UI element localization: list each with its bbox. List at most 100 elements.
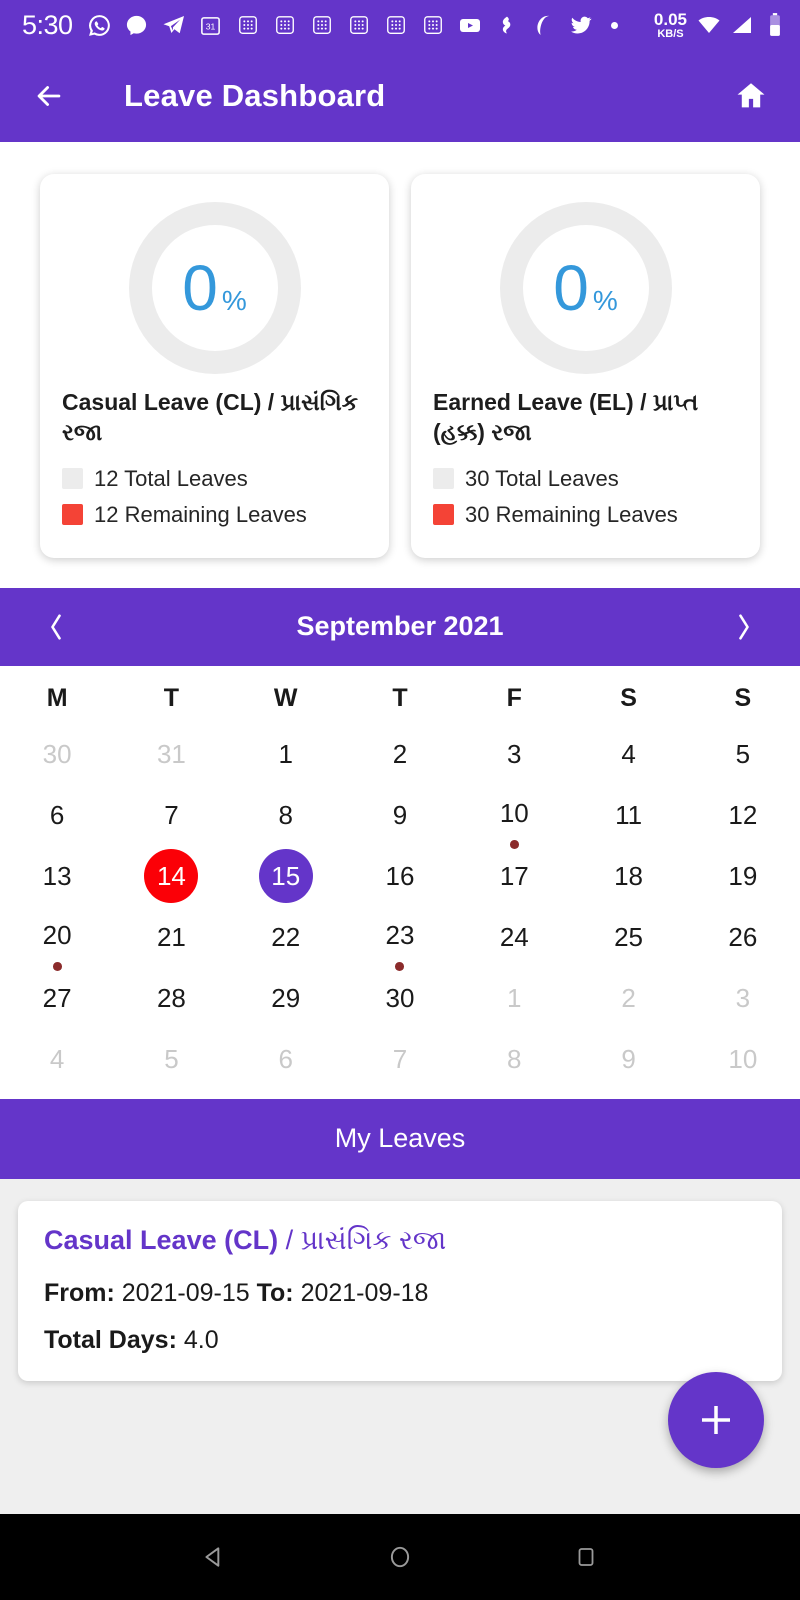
calendar-dow-4: F [506,683,522,712]
page-title: Leave Dashboard [124,78,386,113]
earned-remaining-legend: 30 Remaining Leaves [433,502,738,528]
calendar-day-15[interactable]: 15 [229,848,343,910]
earned-total-label: 30 Total Leaves [465,465,619,491]
calendar-day-4[interactable]: 4 [0,1032,114,1093]
keypad-icon [346,12,372,38]
calendar-day-7[interactable]: 7 [343,1032,457,1093]
calendar-day-number: 9 [392,799,408,830]
casual-progress-value: 0 % [182,256,247,320]
youtube-icon [457,12,483,38]
calendar-day-19[interactable]: 19 [686,849,800,910]
calendar-day-31[interactable]: 31 [114,727,228,788]
calendar-day-27[interactable]: 27 [0,971,114,1032]
calendar-day-number: 8 [278,799,293,830]
calendar-day-30[interactable]: 30 [0,727,114,788]
arrow-left-icon[interactable] [26,73,72,119]
leave-card-earned[interactable]: 0 % Earned Leave (EL) / પ્રાપ્ત (હક્ક) ર… [411,174,760,558]
home-icon[interactable] [728,73,774,119]
calendar-day-11[interactable]: 11 [571,788,685,849]
calendar-day-20[interactable]: 20 [0,910,114,971]
calendar-day-26[interactable]: 26 [686,910,800,971]
my-leaves-list: Casual Leave (CL) / પ્રાસંગિક રજા From: … [0,1178,800,1514]
calendar-day-18[interactable]: 18 [571,849,685,910]
calendar-day-6[interactable]: 6 [229,1032,343,1093]
calendar-day-number: 3 [507,738,522,769]
calendar-day-number: 2 [392,738,408,769]
add-leave-fab[interactable] [668,1372,764,1468]
calendar-day-7[interactable]: 7 [114,788,228,849]
calendar-day-number: 12 [728,799,758,830]
calendar-day-13[interactable]: 13 [0,849,114,910]
calendar-day-3[interactable]: 3 [686,971,800,1032]
calendar-day-6[interactable]: 6 [0,788,114,849]
calendar-dow-2: W [273,683,298,712]
network-speed-indicator: 0.05 KB/S [654,11,687,40]
leave-item-type-sep: / [278,1224,301,1255]
calendar-day-number: 26 [728,921,758,952]
keypad-icon [420,12,446,38]
calendar-day-23[interactable]: 23 [343,910,457,971]
calendar-day-9[interactable]: 9 [343,788,457,849]
network-speed-value: 0.05 [653,9,687,29]
leave-card-casual[interactable]: 0 % Casual Leave (CL) / પ્રાસંગિક રજા 12… [40,174,389,558]
total-swatch-icon [433,468,454,490]
calendar-day-number: 18 [614,860,644,891]
calendar-day-1[interactable]: 1 [457,971,571,1032]
app-bar: Leave Dashboard [0,50,800,142]
wifi-icon [696,12,722,38]
calendar-day-number: 22 [271,921,301,952]
calendar-day-8[interactable]: 8 [229,788,343,849]
calendar-day-24[interactable]: 24 [457,910,571,971]
calendar-day-25[interactable]: 25 [571,910,685,971]
leave-from-label: From: [44,1278,115,1307]
chevron-right-icon[interactable] [716,599,772,655]
status-bar: 5:30 31 0.05 KB/S [0,0,800,50]
chevron-left-icon[interactable] [28,599,84,655]
calendar-day-number: 13 [42,860,72,891]
calendar-day-2[interactable]: 2 [571,971,685,1032]
calendar-event-dot [52,962,62,971]
casual-leave-title: Casual Leave (CL) / પ્રાસંગિક રજા [62,389,358,445]
calendar-day-17[interactable]: 17 [457,849,571,910]
circle-home-icon[interactable] [376,1533,424,1581]
calendar-day-29[interactable]: 29 [229,971,343,1032]
calendar-day-21[interactable]: 21 [114,910,228,971]
casual-total-label: 12 Total Leaves [94,465,248,491]
calendar-day-8[interactable]: 8 [457,1032,571,1093]
list-item[interactable]: Casual Leave (CL) / પ્રાસંગિક રજા From: … [18,1200,782,1381]
total-swatch-icon [62,468,83,490]
calendar-day-5[interactable]: 5 [686,727,800,788]
calendar-day-number: 11 [615,799,643,830]
calendar-day-16[interactable]: 16 [343,849,457,910]
earned-progress-value: 0 % [553,256,618,320]
calendar-day-4[interactable]: 4 [571,727,685,788]
calendar-day-28[interactable]: 28 [114,971,228,1032]
calendar-day-2[interactable]: 2 [343,727,457,788]
square-recents-icon[interactable] [562,1533,610,1581]
status-separator-dot [610,21,618,29]
casual-remaining-legend: 12 Remaining Leaves [62,502,367,528]
calendar-day-10[interactable]: 10 [686,1032,800,1093]
calendar-day-number: 31 [156,738,186,769]
leave-to-value: 2021-09-18 [293,1278,429,1307]
calendar-day-10[interactable]: 10 [457,788,571,849]
keypad-icon [272,12,298,38]
twitter-icon [568,12,594,38]
calendar-day-5[interactable]: 5 [114,1032,228,1093]
calendar-day-number: 7 [164,799,179,830]
triangle-back-icon[interactable] [190,1533,238,1581]
calendar-day-14[interactable]: 14 [114,848,228,910]
calendar-day-12[interactable]: 12 [686,788,800,849]
calendar-event-dot [509,840,519,849]
calendar-day-30[interactable]: 30 [343,971,457,1032]
calendar-day-9[interactable]: 9 [571,1032,685,1093]
calendar-dow-6: S [734,683,752,712]
calendar-day-number: 3 [735,982,751,1013]
calendar-day-22[interactable]: 22 [229,910,343,971]
calendar-dow-1: T [163,683,180,712]
calendar-day-1[interactable]: 1 [229,727,343,788]
calendar-day-3[interactable]: 3 [457,727,571,788]
calendar-day-number: 5 [735,738,751,769]
calendar-dow-3: T [392,683,408,712]
calendar-day-number: 17 [499,860,529,891]
